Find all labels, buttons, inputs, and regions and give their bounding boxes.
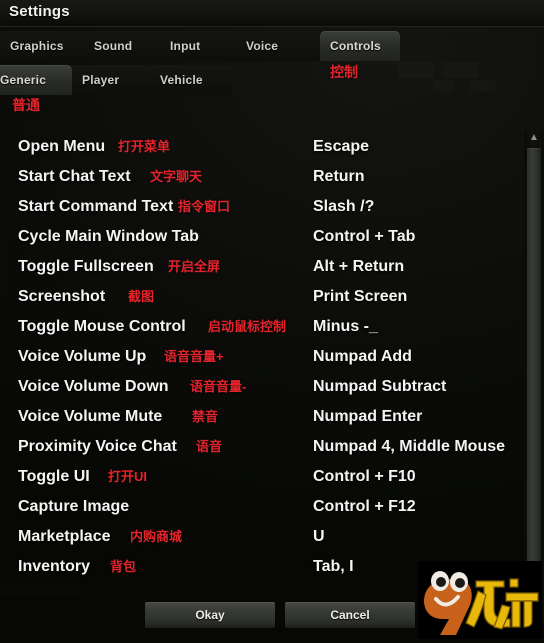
keybinding-key-label[interactable]: Control + F12 xyxy=(313,492,416,522)
keybinding-action-label: Toggle Fullscreen xyxy=(18,258,154,275)
keybinding-row[interactable]: Voice Volume Up 语音音量+ Numpad Add xyxy=(0,342,521,372)
keybinding-annotation: 打开UI xyxy=(108,469,148,484)
tab-input-label: Input xyxy=(170,39,201,53)
settings-window: Settings Graphics Sound Input Voice Cont… xyxy=(0,0,544,643)
tab-input[interactable]: Input xyxy=(160,31,236,61)
keybinding-action-label: Cycle Main Window Tab xyxy=(18,228,199,245)
keybinding-action-label: Inventory xyxy=(18,558,91,575)
keybinding-key-label[interactable]: Return xyxy=(313,162,365,192)
keybinding-key-label[interactable]: Numpad Enter xyxy=(313,402,422,432)
keybinding-row[interactable]: Inventory 背包 Tab, I xyxy=(0,552,521,582)
keybinding-list: Open Menu 打开菜单 Escape Start Chat Text 文字聊天 Re… xyxy=(0,132,521,594)
keybinding-row[interactable]: Cycle Main Window Tab Control + Tab xyxy=(0,222,521,252)
tab-vehicle-label: Vehicle xyxy=(160,73,203,87)
cancel-button[interactable]: Cancel xyxy=(285,602,415,628)
keybinding-key-label[interactable]: Alt + Return xyxy=(313,252,404,282)
tab-sound-label: Sound xyxy=(94,39,133,53)
keybinding-annotation: 启动鼠标控制 xyxy=(208,319,287,334)
keybinding-action-label: Start Chat Text xyxy=(18,168,131,185)
keybinding-row[interactable]: Voice Volume Mute 禁音 Numpad Enter xyxy=(0,402,521,432)
keybinding-action-label: Voice Volume Up xyxy=(18,348,147,365)
keybinding-key-label[interactable]: Numpad Subtract xyxy=(313,372,446,402)
keybinding-annotation: 打开菜单 xyxy=(118,139,171,154)
tab-sound[interactable]: Sound xyxy=(84,31,160,61)
keybinding-key-label[interactable]: U xyxy=(313,522,325,552)
scrollbar-thumb[interactable] xyxy=(527,148,541,588)
keybinding-key-label[interactable]: Escape xyxy=(313,132,369,162)
keybinding-key-label[interactable]: Control + F10 xyxy=(313,462,416,492)
tab-player[interactable]: Player xyxy=(72,65,150,95)
title-bar: Settings xyxy=(0,0,544,27)
keybinding-annotation: 背包 xyxy=(110,559,137,574)
keybinding-action-label: Voice Volume Down xyxy=(18,378,169,395)
keybinding-annotation: 截图 xyxy=(128,289,155,304)
keybinding-action-label: Voice Volume Mute xyxy=(18,408,163,425)
background-artifact xyxy=(434,80,454,92)
keybinding-action-label: Toggle Mouse Control xyxy=(18,318,186,335)
keybinding-row[interactable]: Toggle UI 打开UI Control + F10 xyxy=(0,462,521,492)
keybinding-key-label[interactable]: Numpad Add xyxy=(313,342,412,372)
keybinding-annotation: 语音音量- xyxy=(190,379,247,394)
tab-graphics-label: Graphics xyxy=(10,39,64,53)
secondary-tab-bar: Generic Player Vehicle xyxy=(0,65,232,95)
keybinding-action-label: Toggle UI xyxy=(18,468,90,485)
keybinding-key-label[interactable]: Minus -_ xyxy=(313,312,378,342)
keybinding-key-label[interactable]: Print Screen xyxy=(313,282,407,312)
cancel-button-label: Cancel xyxy=(330,608,370,622)
keybinding-row[interactable]: Marketplace 内购商城 U xyxy=(0,522,521,552)
keybinding-annotation: 语音 xyxy=(196,439,223,454)
keybinding-annotation: 文字聊天 xyxy=(150,169,203,184)
keybinding-annotation: 禁音 xyxy=(192,409,219,424)
keybinding-action-label: Capture Image xyxy=(18,498,130,515)
keybinding-row[interactable]: Voice Volume Down 语音音量- Numpad Subtract xyxy=(0,372,521,402)
okay-button[interactable]: Okay xyxy=(145,602,275,628)
keybinding-row[interactable]: Screenshot 截图 Print Screen xyxy=(0,282,521,312)
keybinding-row[interactable]: Capture Image Control + F12 xyxy=(0,492,521,522)
keybinding-key-label[interactable]: Tab, I xyxy=(313,552,354,582)
tab-generic[interactable]: Generic xyxy=(0,65,72,95)
keybinding-row[interactable]: Start Chat Text 文字聊天 Return xyxy=(0,162,521,192)
keybinding-action-label: Proximity Voice Chat xyxy=(18,438,177,455)
keybinding-action-label: Screenshot xyxy=(18,288,106,305)
vertical-scrollbar[interactable]: ▲ ▼ xyxy=(524,130,544,622)
okay-button-label: Okay xyxy=(195,608,225,622)
keybinding-annotation: 内购商城 xyxy=(130,529,183,544)
keybinding-row[interactable]: Open Menu 打开菜单 Escape xyxy=(0,132,521,162)
tab-voice[interactable]: Voice xyxy=(236,31,320,61)
controls-annotation: 控制 xyxy=(330,64,358,80)
tab-generic-label: Generic xyxy=(0,73,47,87)
background-artifact xyxy=(470,80,496,92)
tab-player-label: Player xyxy=(82,73,120,87)
tab-vehicle[interactable]: Vehicle xyxy=(150,65,232,95)
keybinding-key-label[interactable]: Numpad 4, Middle Mouse xyxy=(313,432,505,462)
primary-tab-bar: Graphics Sound Input Voice Controls xyxy=(0,31,400,61)
scroll-down-arrow-icon[interactable]: ▼ xyxy=(524,606,544,622)
scroll-up-arrow-icon[interactable]: ▲ xyxy=(524,130,544,146)
keybinding-action-label: Start Command Text xyxy=(18,198,174,215)
generic-annotation: 普通 xyxy=(12,97,40,113)
keybinding-action-label: Open Menu xyxy=(18,138,106,155)
tab-graphics[interactable]: Graphics xyxy=(0,31,84,61)
tab-controls[interactable]: Controls xyxy=(320,31,400,61)
tab-voice-label: Voice xyxy=(246,39,279,53)
keybinding-action-label: Marketplace xyxy=(18,528,111,545)
keybinding-row[interactable]: Start Command Text 指令窗口 Slash /? xyxy=(0,192,521,222)
page-title: Settings xyxy=(9,3,70,20)
keybinding-key-label[interactable]: Control + Tab xyxy=(313,222,415,252)
tab-controls-label: Controls xyxy=(330,39,381,53)
keybinding-row[interactable]: Toggle Mouse Control 启动鼠标控制 Minus -_ xyxy=(0,312,521,342)
keybinding-row[interactable]: Proximity Voice Chat 语音 Numpad 4, Middle M… xyxy=(0,432,521,462)
background-artifact xyxy=(398,62,434,78)
keybinding-annotation: 指令窗口 xyxy=(178,199,231,214)
keybinding-key-label[interactable]: Slash /? xyxy=(313,192,374,222)
keybinding-annotation: 语音音量+ xyxy=(164,349,224,364)
keybinding-annotation: 开启全屏 xyxy=(168,259,221,274)
background-artifact xyxy=(444,62,478,78)
keybinding-row[interactable]: Toggle Fullscreen 开启全屏 Alt + Return xyxy=(0,252,521,282)
